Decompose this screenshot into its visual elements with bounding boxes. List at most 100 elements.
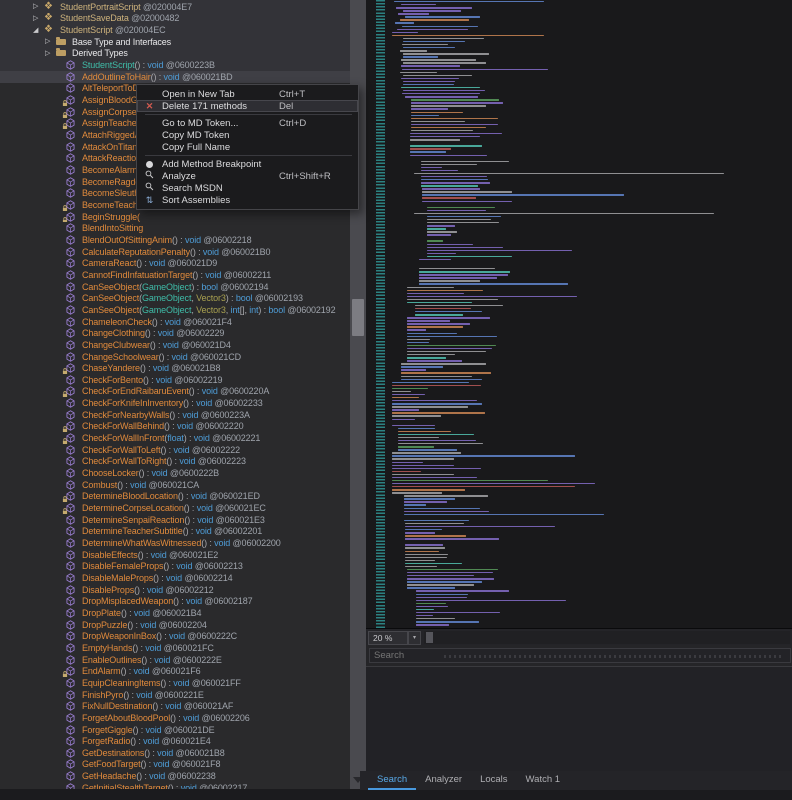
tree-item[interactable]: ChameleonCheck() : void @060021F4	[0, 316, 350, 328]
tree-item[interactable]: ChangeClothing() : void @06002229	[0, 327, 350, 339]
menu-item-copy-full-name[interactable]: Copy Full Name	[137, 141, 358, 153]
menu-item-search-msdn[interactable]: Search MSDN	[137, 182, 358, 194]
tree-item[interactable]: CheckForWallBehind() : void @06002220	[0, 421, 350, 433]
tree-item[interactable]: GetHeadache() : void @06002238	[0, 770, 350, 782]
tree-item[interactable]: ▷❖StudentSaveData @02000482	[0, 13, 350, 25]
search-results-list[interactable]	[366, 666, 792, 771]
tree-item[interactable]: ChangeSchoolwear() : void @060021CD	[0, 351, 350, 363]
code-line	[398, 443, 483, 444]
menu-item-sort-assemblies[interactable]: ⇅Sort Assemblies	[137, 194, 358, 206]
tree-item[interactable]: DetermineSenpaiReaction() : void @060021…	[0, 514, 350, 526]
expander-collapsed-icon[interactable]: ▷	[45, 38, 56, 45]
scrollbar-thumb[interactable]	[426, 632, 433, 643]
tree-item[interactable]: DropPlate() : void @060021B4	[0, 607, 350, 619]
scrollbar-thumb[interactable]	[352, 299, 364, 336]
tree-item[interactable]: CheckForBento() : void @06002219	[0, 374, 350, 386]
code-line	[403, 90, 485, 91]
tree-item[interactable]: CanSeeObject(GameObject, Vector3, int[],…	[0, 304, 350, 316]
tree-item[interactable]: DropWeaponInBox() : void @0600222C	[0, 630, 350, 642]
tree-item[interactable]: EnableOutlines() : void @0600222E	[0, 654, 350, 666]
zoom-dropdown-arrow-icon[interactable]: ▾	[408, 631, 421, 645]
tree-item[interactable]: CheckForWallToLeft() : void @06002222	[0, 444, 350, 456]
tree-item[interactable]: AddOutlineToHair() : void @060021BD	[0, 71, 350, 83]
tree-item[interactable]: ForgetAboutBloodPool() : void @06002206	[0, 712, 350, 724]
code-line	[403, 84, 453, 85]
tree-item[interactable]: BlendIntoSitting	[0, 222, 350, 234]
tree-item[interactable]: ForgetRadio() : void @060021E4	[0, 735, 350, 747]
tree-item[interactable]: ChaseYandere() : void @060021B8	[0, 362, 350, 374]
tree-item-label: StudentScript @020004EC	[60, 25, 165, 35]
tree-item[interactable]: CanSeeObject(GameObject) : bool @0600219…	[0, 281, 350, 293]
menu-item-add-method-breakpoint[interactable]: Add Method Breakpoint	[137, 158, 358, 170]
tree-item[interactable]: FinishPyro() : void @0600221E	[0, 689, 350, 701]
expander-collapsed-icon[interactable]: ▷	[33, 3, 44, 10]
menu-item-go-to-md-token[interactable]: Go to MD Token...Ctrl+D	[137, 117, 358, 129]
tree-item[interactable]: CanSeeObject(GameObject, Vector3) : bool…	[0, 292, 350, 304]
tree-item[interactable]: EndAlarm() : void @060021F6	[0, 665, 350, 677]
tab-search[interactable]: Search	[368, 771, 416, 790]
tree-item[interactable]: EquipCleaningItems() : void @060021FF	[0, 677, 350, 689]
tree-item[interactable]: DisableMaleProps() : void @06002214	[0, 572, 350, 584]
decompiled-code-view[interactable]	[366, 0, 792, 628]
tree-item[interactable]: DetermineWhatWasWitnessed() : void @0600…	[0, 537, 350, 549]
menu-item-copy-md-token[interactable]: Copy MD Token	[137, 129, 358, 141]
tree-item[interactable]: ChooseLocker() : void @0600222B	[0, 467, 350, 479]
tree-item[interactable]: DetermineBloodLocation() : void @060021E…	[0, 491, 350, 503]
code-line	[427, 256, 512, 257]
tree-item[interactable]: ▷Derived Types	[0, 48, 350, 60]
expander-collapsed-icon[interactable]: ▷	[33, 15, 44, 22]
code-line	[398, 434, 474, 435]
tree-item[interactable]: DisableFemaleProps() : void @06002213	[0, 561, 350, 573]
tree-item[interactable]: DisableEffects() : void @060021E2	[0, 549, 350, 561]
tree-item[interactable]: GetInitialStealthTarget() : void @060022…	[0, 782, 350, 789]
menu-item-open-in-new-tab[interactable]: Open in New TabCtrl+T	[137, 88, 358, 100]
tree-item[interactable]: CheckForWallInFront(float) : void @06002…	[0, 432, 350, 444]
tree-item[interactable]: CannotFindInfatuationTarget() : void @06…	[0, 269, 350, 281]
tree-item[interactable]: ForgetGiggle() : void @060021DE	[0, 724, 350, 736]
tree-item-label: AddOutlineToHair() : void @060021BD	[82, 72, 233, 82]
tree-item-label: CanSeeObject(GameObject, Vector3, int[],…	[82, 305, 335, 315]
tree-item[interactable]: BeginStruggle(	[0, 211, 350, 223]
expander-collapsed-icon[interactable]: ▷	[45, 50, 56, 57]
menu-item-delete-171-methods[interactable]: ✕Delete 171 methodsDel	[137, 100, 358, 112]
tree-item[interactable]: CheckForKnifeInInventory() : void @06002…	[0, 397, 350, 409]
code-line	[419, 268, 495, 269]
tree-item[interactable]: CameraReact() : void @060021D9	[0, 257, 350, 269]
tab-locals[interactable]: Locals	[471, 771, 516, 790]
search-input[interactable]	[369, 648, 791, 663]
tree-item[interactable]: Combust() : void @060021CA	[0, 479, 350, 491]
tree-item[interactable]: CheckForWallToRight() : void @06002223	[0, 456, 350, 468]
code-line	[407, 323, 470, 324]
tree-item[interactable]: EmptyHands() : void @060021FC	[0, 642, 350, 654]
tree-item[interactable]: ▷❖StudentPortraitScript @020004E7	[0, 1, 350, 13]
tab-analyzer[interactable]: Analyzer	[416, 771, 471, 790]
tree-item[interactable]: StudentScript() : void @0600223B	[0, 59, 350, 71]
code-line	[392, 458, 454, 459]
tree-item[interactable]: DropPuzzle() : void @06002204	[0, 619, 350, 631]
tree-item[interactable]: ▷Base Type and Interfaces	[0, 36, 350, 48]
code-line	[405, 529, 442, 530]
menu-item-label: Analyze	[162, 171, 196, 182]
tree-item[interactable]: DisableProps() : void @06002212	[0, 584, 350, 596]
tree-item[interactable]: CheckForEndRaibaruEvent() : void @060022…	[0, 386, 350, 398]
delete-x-icon: ✕	[146, 102, 154, 111]
tree-item[interactable]: ◢❖StudentScript @020004EC	[0, 24, 350, 36]
tree-item[interactable]: BlendOutOfSittingAnim() : void @06002218	[0, 234, 350, 246]
zoom-level-combobox[interactable]: 20 %	[368, 631, 408, 645]
tree-item[interactable]: CheckForNearbyWalls() : void @0600223A	[0, 409, 350, 421]
tree-item[interactable]: DetermineCorpseLocation() : void @060021…	[0, 502, 350, 514]
tree-item[interactable]: FixNullDestination() : void @060021AF	[0, 700, 350, 712]
tree-item[interactable]: DetermineTeacherSubtitle() : void @06002…	[0, 526, 350, 538]
tree-item[interactable]: CalculateReputationPenalty() : void @060…	[0, 246, 350, 258]
code-line	[427, 231, 457, 232]
expander-expanded-icon[interactable]: ◢	[33, 27, 44, 34]
tree-item[interactable]: GetDestinations() : void @060021B8	[0, 747, 350, 759]
tree-item[interactable]: DropMisplacedWeapon() : void @06002187	[0, 595, 350, 607]
tree-item[interactable]: GetFoodTarget() : void @060021F8	[0, 759, 350, 771]
code-line	[416, 618, 455, 619]
private-method-icon	[66, 107, 79, 117]
tree-item[interactable]: ChangeClubwear() : void @060021D4	[0, 339, 350, 351]
code-horizontal-scrollbar[interactable]	[424, 631, 790, 644]
menu-item-analyze[interactable]: AnalyzeCtrl+Shift+R	[137, 170, 358, 182]
tab-watch-1[interactable]: Watch 1	[517, 771, 570, 790]
